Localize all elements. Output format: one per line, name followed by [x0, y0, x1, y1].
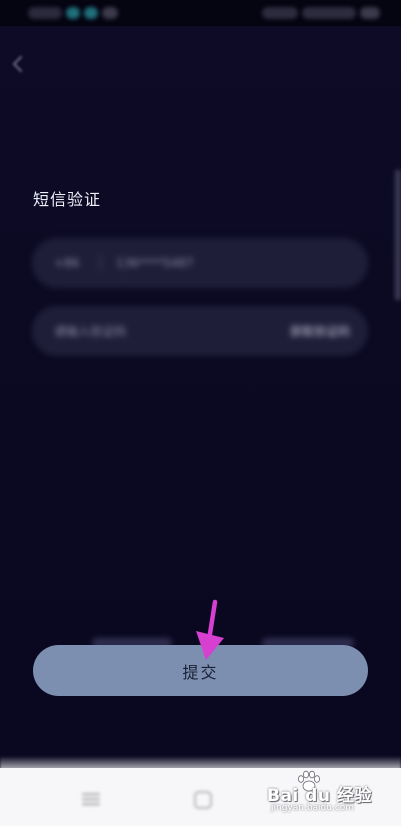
battery-icon — [360, 7, 380, 19]
home-icon[interactable] — [193, 790, 213, 810]
phone-number-field[interactable]: +86 136****5487 — [32, 238, 368, 288]
verification-code-field[interactable]: 请输入验证码 获取验证码 — [32, 306, 368, 356]
status-bar — [0, 0, 401, 26]
back-arrow-icon[interactable] — [10, 54, 26, 74]
annotation-arrow-icon — [196, 599, 224, 660]
country-code-prefix: +86 — [54, 256, 80, 270]
sms-verification-screen: 短信验证 +86 136****5487 请输入验证码 获取验证码 提交 Bai… — [0, 0, 401, 826]
phone-number-value: 136****5487 — [116, 256, 194, 270]
status-bar-signal-icon — [262, 7, 298, 19]
watermark-url: jingyan.baidu.com — [271, 803, 355, 813]
status-bar-notification-icon — [102, 7, 118, 19]
status-bar-carrier-icon — [28, 7, 62, 19]
status-bar-app-icon — [84, 7, 98, 19]
status-bar-clock — [302, 7, 356, 19]
field-divider — [100, 255, 101, 271]
get-code-button[interactable]: 获取验证码 — [290, 323, 350, 340]
verification-code-placeholder: 请输入验证码 — [54, 324, 127, 339]
side-scroll-indicator — [395, 170, 401, 300]
page-title: 短信验证 — [33, 190, 102, 209]
baidu-jingyan-watermark: Bai du 经验 jingyan.baidu.com — [267, 770, 377, 818]
menu-icon[interactable] — [81, 792, 101, 806]
status-bar-app-icon — [66, 7, 80, 19]
submit-button-label: 提交 — [182, 664, 219, 682]
